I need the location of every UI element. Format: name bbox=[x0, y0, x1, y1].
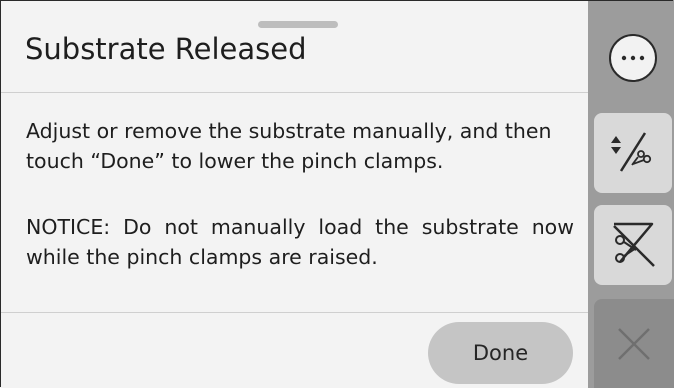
screen-frame bbox=[0, 0, 673, 387]
